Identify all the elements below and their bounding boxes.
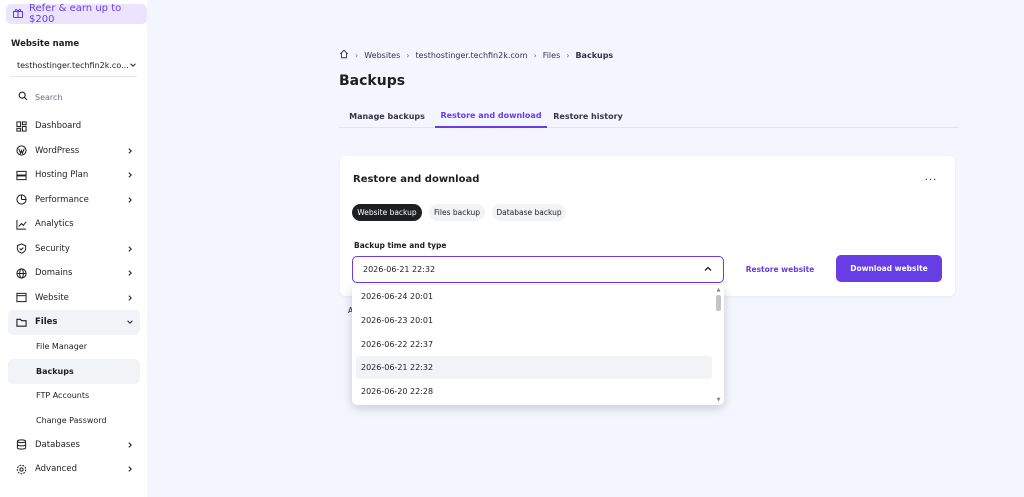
sidebar-item-label: Hosting Plan [35, 170, 89, 181]
dropdown-scrollbar[interactable]: ▲ ▼ [716, 287, 721, 403]
tab-restore-and-download[interactable]: Restore and download [435, 104, 547, 128]
chevron-right-icon [128, 466, 132, 472]
tab-restore-history[interactable]: Restore history [547, 104, 629, 128]
restore-download-card: Restore and download ··· Website backup … [340, 156, 955, 296]
folder-icon [16, 317, 27, 328]
backup-time-value: 2026-06-21 22:32 [363, 265, 436, 274]
sidebar-item-label: Advanced [35, 464, 77, 475]
sidebar-item-security[interactable]: Security [8, 237, 140, 262]
dropdown-option[interactable]: 2026-06-22 22:37 [356, 333, 712, 356]
shield-icon [16, 243, 27, 254]
chevron-down-icon [127, 320, 133, 324]
chevron-right-icon [128, 245, 132, 252]
scroll-thumb[interactable] [716, 295, 721, 311]
dropdown-option[interactable]: 2026-06-24 20:01 [356, 285, 712, 308]
card-title: Restore and download [353, 174, 480, 185]
chevron-down-icon [129, 61, 137, 71]
chevron-up-icon [703, 264, 713, 276]
sidebar-subitem-change-password[interactable]: Change Password [8, 408, 140, 433]
sidebar-item-advanced[interactable]: Advanced [8, 457, 140, 482]
gauge-icon [16, 194, 27, 205]
sidebar-item-label: Website [35, 292, 69, 303]
chip-website-backup[interactable]: Website backup [352, 204, 422, 221]
breadcrumb-separator: › [566, 50, 570, 60]
download-website-button[interactable]: Download website [836, 255, 942, 282]
chevron-right-icon [128, 172, 132, 178]
wordpress-icon [16, 145, 27, 156]
sidebar-item-performance[interactable]: Performance [8, 188, 140, 213]
dashboard-icon [16, 121, 27, 132]
breadcrumb: › Websites › testhostinger.techfin2k.com… [339, 49, 613, 61]
website-select-value: testhostinger.techfin2k.co... [17, 61, 129, 70]
sidebar-item-analytics[interactable]: Analytics [8, 212, 140, 237]
sidebar-item-label: Domains [35, 268, 73, 279]
refer-earn-button[interactable]: Refer & earn up to $200 [6, 3, 147, 25]
search-placeholder: Search [35, 92, 63, 102]
website-name-label: Website name [11, 39, 80, 49]
chevron-right-icon [128, 441, 132, 448]
breadcrumb-separator: › [355, 50, 359, 60]
chevron-right-icon [128, 294, 132, 301]
dropdown-option[interactable]: 2026-06-23 20:01 [356, 309, 712, 332]
sidebar-subitem-backups[interactable]: Backups [8, 359, 140, 384]
sidebar-item-website[interactable]: Website [8, 286, 140, 311]
sidebar-nav: Dashboard WordPress Hosting Plan Perform… [8, 114, 140, 482]
browser-icon [16, 292, 27, 303]
breadcrumb-websites[interactable]: Websites [364, 51, 400, 60]
sidebar-item-label: Dashboard [35, 121, 82, 132]
backup-time-dropdown: 2026-06-24 20:01 2026-06-23 20:01 2026-0… [352, 285, 724, 405]
sidebar-item-label: Analytics [35, 219, 74, 230]
sidebar-item-label: Security [35, 243, 70, 254]
breadcrumb-site[interactable]: testhostinger.techfin2k.com [415, 51, 527, 60]
home-icon[interactable] [339, 49, 349, 61]
sidebar-item-domains[interactable]: Domains [8, 261, 140, 286]
gear-icon [16, 464, 27, 475]
sidebar-item-label: Performance [35, 194, 89, 205]
sidebar-item-hosting-plan[interactable]: Hosting Plan [8, 163, 140, 188]
backup-tabs: Manage backups Restore and download Rest… [339, 104, 959, 128]
dropdown-option-selected[interactable]: 2026-06-21 22:32 [356, 356, 712, 379]
server-icon [16, 170, 27, 181]
sidebar-item-dashboard[interactable]: Dashboard [8, 114, 140, 139]
sidebar-item-databases[interactable]: Databases [8, 433, 140, 458]
breadcrumb-current: Backups [575, 50, 614, 60]
chevron-right-icon [128, 147, 132, 154]
restore-website-button[interactable]: Restore website [733, 256, 827, 283]
analytics-icon [16, 219, 27, 230]
more-options-icon[interactable]: ··· [920, 170, 942, 190]
tab-manage-backups[interactable]: Manage backups [339, 104, 435, 128]
globe-icon [16, 268, 27, 279]
sidebar-item-label: WordPress [35, 145, 80, 156]
breadcrumb-separator: › [406, 50, 410, 60]
database-icon [16, 439, 27, 450]
chip-database-backup[interactable]: Database backup [492, 204, 566, 221]
sidebar: Refer & earn up to $200 Website name tes… [0, 0, 147, 497]
refer-earn-label: Refer & earn up to $200 [29, 3, 122, 25]
sidebar-item-wordpress[interactable]: WordPress [8, 139, 140, 164]
breadcrumb-separator: › [533, 50, 537, 60]
scroll-down-icon[interactable]: ▼ [716, 397, 721, 403]
backup-time-select[interactable]: 2026-06-21 22:32 [352, 256, 724, 283]
backup-time-label: Backup time and type [354, 241, 447, 250]
gift-icon [12, 7, 24, 22]
chevron-right-icon [128, 270, 132, 276]
sidebar-item-label: Files [35, 317, 58, 328]
chip-files-backup[interactable]: Files backup [429, 204, 485, 221]
dropdown-option[interactable]: 2026-06-20 22:28 [356, 380, 712, 403]
breadcrumb-files[interactable]: Files [543, 51, 561, 60]
sidebar-item-label: Databases [35, 439, 80, 450]
scroll-up-icon[interactable]: ▲ [716, 287, 721, 293]
sidebar-subitem-ftp-accounts[interactable]: FTP Accounts [8, 384, 140, 409]
website-select[interactable]: testhostinger.techfin2k.co... [10, 55, 137, 77]
chevron-right-icon [128, 196, 132, 203]
sidebar-search[interactable]: Search [10, 86, 137, 108]
page-title: Backups [339, 73, 406, 89]
sidebar-subitem-file-manager[interactable]: File Manager [8, 335, 140, 360]
sidebar-item-files[interactable]: Files [8, 310, 140, 335]
search-icon [18, 91, 28, 103]
